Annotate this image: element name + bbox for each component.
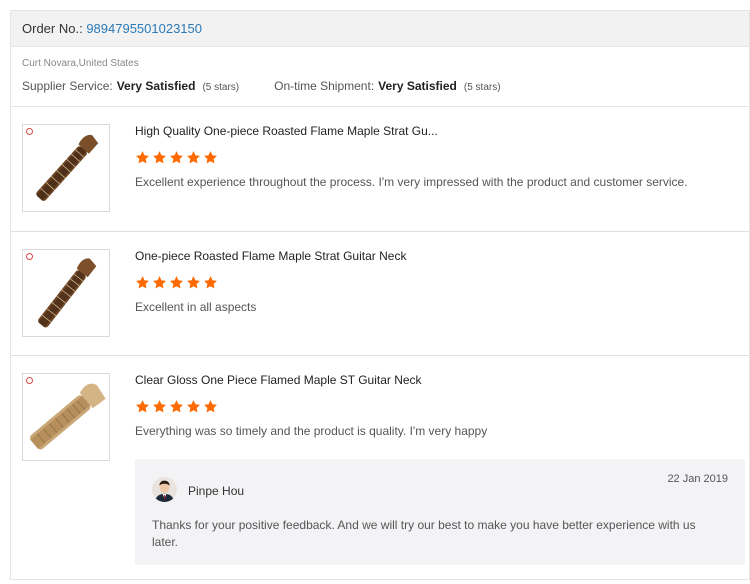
- star-rating: [135, 399, 218, 414]
- star-icon: [136, 400, 149, 413]
- brand-logo-icon: [26, 377, 33, 384]
- guitar-neck-icon: [36, 134, 99, 201]
- star-icon: [153, 400, 166, 413]
- order-number-label: Order No.:: [22, 21, 83, 36]
- reply-author-name: Pinpe Hou: [188, 484, 245, 498]
- review-text: Everything was so timely and the product…: [135, 424, 488, 438]
- rating-label: Supplier Service:: [22, 79, 113, 93]
- rating-value: Very Satisfied: [116, 79, 196, 93]
- star-rating: [135, 150, 218, 165]
- seller-reply: Pinpe Hou 22 Jan 2019 Thanks for your po…: [135, 459, 745, 565]
- star-icon: [136, 151, 149, 164]
- star-icon: [153, 276, 166, 289]
- supplier-service-rating: Supplier Service: Very Satisfied (5 star…: [22, 79, 239, 93]
- user-avatar-icon: [152, 477, 177, 502]
- store-ratings: Supplier Service: Very Satisfied (5 star…: [22, 79, 749, 93]
- buyer-location: Curt Novara,United States: [22, 58, 139, 69]
- avatar: [152, 477, 177, 502]
- star-icon: [187, 276, 200, 289]
- rating-stars-text: (5 stars): [202, 82, 240, 93]
- order-number-link[interactable]: 9894795501023150: [86, 21, 202, 36]
- star-icon: [136, 276, 149, 289]
- star-icon: [170, 151, 183, 164]
- review-item: One-piece Roasted Flame Maple Strat Guit…: [11, 232, 749, 356]
- product-title[interactable]: One-piece Roasted Flame Maple Strat Guit…: [135, 249, 406, 263]
- product-thumbnail[interactable]: [22, 249, 110, 337]
- product-thumbnail[interactable]: [22, 124, 110, 212]
- review-text: Excellent in all aspects: [135, 300, 257, 314]
- brand-logo-icon: [26, 253, 33, 260]
- star-icon: [153, 151, 166, 164]
- product-title[interactable]: Clear Gloss One Piece Flamed Maple ST Gu…: [135, 373, 422, 387]
- product-thumbnail[interactable]: [22, 373, 110, 461]
- buyer-meta: Curt Novara,United States Supplier Servi…: [11, 47, 749, 107]
- star-icon: [187, 151, 200, 164]
- guitar-neck-icon: [38, 258, 97, 328]
- guitar-neck-icon: [30, 383, 106, 450]
- reply-text: Thanks for your positive feedback. And w…: [152, 518, 696, 549]
- rating-value: Very Satisfied: [378, 79, 457, 93]
- star-icon: [204, 276, 217, 289]
- star-rating: [135, 275, 218, 290]
- review-item: High Quality One-piece Roasted Flame Map…: [11, 107, 749, 232]
- order-header: Order No.: 9894795501023150: [11, 11, 749, 47]
- star-icon: [187, 400, 200, 413]
- product-title[interactable]: High Quality One-piece Roasted Flame Map…: [135, 124, 438, 138]
- star-icon: [204, 151, 217, 164]
- brand-logo-icon: [26, 128, 33, 135]
- star-icon: [170, 276, 183, 289]
- rating-label: On-time Shipment:: [274, 79, 375, 93]
- reply-date: 22 Jan 2019: [667, 473, 728, 485]
- shipment-rating: On-time Shipment: Very Satisfied (5 star…: [274, 79, 500, 93]
- star-icon: [204, 400, 217, 413]
- review-text: Excellent experience throughout the proc…: [135, 175, 688, 189]
- rating-stars-text: (5 stars): [463, 82, 501, 93]
- review-item: Clear Gloss One Piece Flamed Maple ST Gu…: [11, 356, 749, 581]
- star-icon: [170, 400, 183, 413]
- order-feedback-card: Order No.: 9894795501023150 Curt Novara,…: [10, 10, 750, 580]
